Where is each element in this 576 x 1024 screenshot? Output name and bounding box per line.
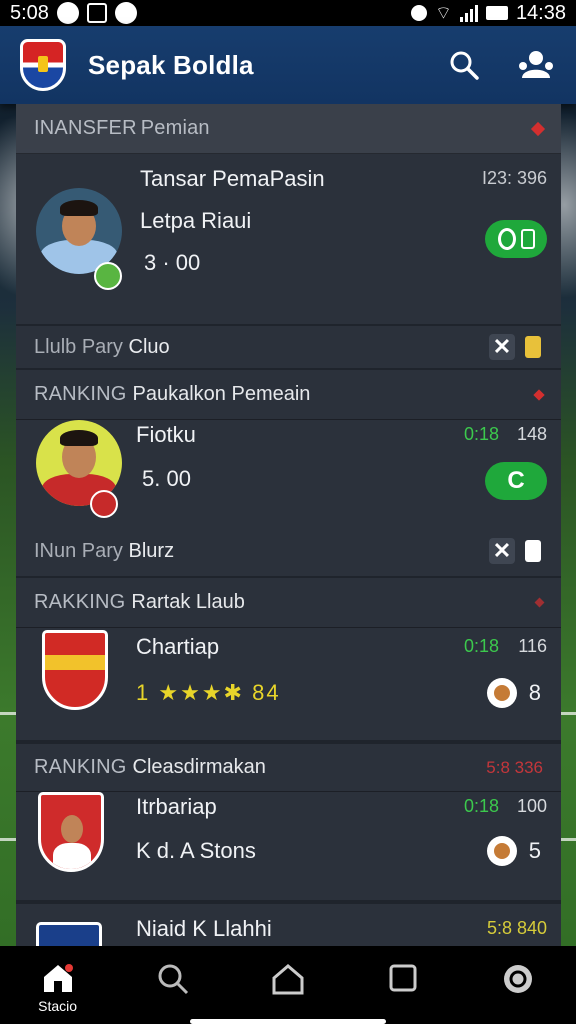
- search-button[interactable]: [444, 45, 484, 85]
- compare-toggle-label: C: [507, 467, 525, 494]
- photo-notification-icon: [86, 3, 107, 23]
- house-outline-icon: [272, 964, 304, 995]
- ball-icon: [487, 678, 517, 708]
- club-logo: [20, 39, 66, 91]
- club-count: 5: [528, 838, 541, 863]
- close-button[interactable]: ✕: [489, 538, 515, 564]
- club-row[interactable]: INun Pary Blurz ✕: [16, 526, 561, 578]
- club-row-label: Llulb Pary: [34, 336, 123, 358]
- club-stat-a: 0:18: [463, 796, 499, 816]
- club-rating: 1 ★★★✱ 84: [136, 680, 281, 705]
- notification-icon: [56, 2, 79, 24]
- club-mini-badge: [90, 490, 118, 518]
- club-crest: [42, 630, 108, 710]
- club-stat-a: 0:18: [463, 636, 499, 656]
- section-marker-icon: [534, 597, 545, 608]
- club-stat-b: 116: [518, 636, 547, 656]
- section-marker-icon: [530, 121, 546, 136]
- nav-recent[interactable]: [368, 962, 438, 994]
- status-time: 5:08: [10, 1, 49, 24]
- yellow-card-icon: [525, 336, 541, 358]
- nav-home-outline[interactable]: [253, 962, 323, 996]
- nav-home-label: Stacio: [38, 998, 78, 1014]
- user-group-icon: [519, 51, 553, 78]
- white-card-icon: [525, 540, 541, 562]
- bottom-navigation: Stacio: [0, 946, 576, 1024]
- close-button[interactable]: ✕: [489, 334, 515, 360]
- club-row[interactable]: Llulb Pary Cluo ✕: [16, 326, 561, 370]
- club-row-value: Blurz: [128, 540, 175, 562]
- club-rating-number: 1: [136, 680, 151, 705]
- club-name: Niaid K Llahhi: [136, 916, 272, 941]
- player-name: Fiotku: [136, 422, 196, 447]
- section-header: RAKKING Rartak Llaub: [16, 578, 561, 628]
- search-icon: [158, 964, 188, 995]
- content-list[interactable]: INANSFER Pemian Tansar PemaPasin Letpa R…: [16, 104, 561, 946]
- player-value: 3 · 00: [144, 250, 201, 275]
- player-title: Tansar PemaPasin: [140, 166, 325, 191]
- card-icon: [520, 229, 535, 249]
- section-header: RANKING Cleasdirmakan 5:8 336: [16, 742, 561, 792]
- app-title: Sepak Boldla: [88, 49, 254, 80]
- signal-icon: [459, 4, 478, 22]
- club-name: Itrbariap: [136, 794, 217, 819]
- club-rating-tail: 84: [252, 680, 281, 705]
- nav-settings[interactable]: [483, 962, 553, 996]
- club-name: Chartiap: [136, 634, 220, 659]
- player-name: Letpa Riaui: [140, 208, 252, 233]
- club-crest: [38, 792, 104, 872]
- app-header: Sepak Boldla: [0, 26, 576, 104]
- profile-button[interactable]: [516, 45, 556, 85]
- search-icon: [450, 51, 479, 80]
- player-stat-b: 148: [516, 424, 547, 444]
- player-stat-a: 0:18: [463, 424, 499, 444]
- club-row-value: Cluo: [128, 336, 170, 358]
- club-subtitle: K d. A Stons: [136, 838, 256, 863]
- close-icon: ✕: [492, 538, 512, 563]
- wifi-icon: ⌔: [435, 2, 452, 23]
- club-count: 8: [528, 680, 541, 705]
- battery-icon: [485, 6, 508, 20]
- square-icon: [389, 964, 417, 992]
- club-crest: [36, 922, 102, 946]
- status-clock: 14:38: [515, 1, 566, 24]
- club-row-label: INun Pary: [34, 540, 123, 562]
- club-card[interactable]: Chartiap 1 ★★★✱ 84 0:18 116 8: [16, 628, 561, 742]
- alarm-icon: [411, 5, 428, 21]
- section-header: INANSFER Pemian: [16, 104, 561, 154]
- player-card[interactable]: Tansar PemaPasin Letpa Riaui 3 · 00 I23:…: [16, 154, 561, 326]
- close-icon: ✕: [492, 334, 512, 359]
- transfer-toggle[interactable]: [485, 220, 547, 258]
- club-stat-b: 100: [516, 796, 547, 816]
- player-stat: I23: 396: [481, 168, 547, 188]
- app-notification-icon: [114, 2, 137, 24]
- player-card[interactable]: Fiotku 5. 00 0:18 148 C: [16, 420, 561, 526]
- club-card[interactable]: Itrbariap K d. A Stons 0:18 100 5: [16, 792, 561, 902]
- status-bar: 5:08 ⌔ 14:38: [0, 0, 576, 26]
- section-marker-icon: [533, 388, 545, 401]
- compare-toggle[interactable]: C: [485, 462, 547, 500]
- player-value: 5. 00: [142, 466, 191, 491]
- nav-home[interactable]: Stacio: [23, 962, 93, 1014]
- settings-icon: [504, 965, 533, 993]
- nav-search[interactable]: [138, 962, 208, 996]
- club-card[interactable]: Niaid K Llahhi 5:8 840: [16, 902, 561, 946]
- section-stat: 5:8 336: [486, 757, 543, 777]
- home-indicator[interactable]: [190, 1019, 386, 1024]
- club-mini-badge: [94, 262, 122, 290]
- ball-icon: [497, 228, 516, 250]
- club-stat: 5:8 840: [486, 918, 547, 938]
- home-icon: [43, 964, 73, 992]
- ball-icon: [487, 836, 517, 866]
- section-header: RANKING Paukalkon Pemeain: [16, 370, 561, 420]
